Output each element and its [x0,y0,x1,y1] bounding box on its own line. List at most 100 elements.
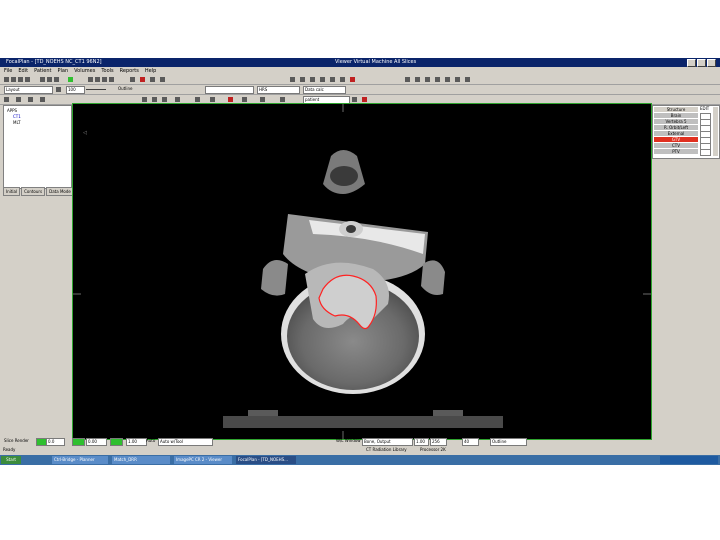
beam-icon[interactable] [352,97,357,102]
polygon-icon[interactable] [175,97,180,102]
view-select-a[interactable] [205,86,254,94]
pan-icon[interactable] [330,77,335,82]
menu-reports[interactable]: Reports [120,67,139,75]
tool-b-icon[interactable] [16,97,21,102]
zoom-field[interactable]: 100 [66,86,85,94]
maximize-button[interactable] [697,59,706,67]
tool-d-icon[interactable] [40,97,45,102]
stop-icon[interactable] [140,77,145,82]
tab-initial[interactable]: Initial [3,187,21,196]
layout4-icon[interactable] [435,77,440,82]
window-field-a[interactable]: 1.00 [414,438,429,446]
zoom-slider[interactable] [86,89,106,90]
brush-icon[interactable] [102,77,107,82]
view-select[interactable]: HRS [257,86,300,94]
margin-icon[interactable] [260,97,265,102]
tool-a-icon[interactable] [4,97,9,102]
nasal-cavity [330,166,358,186]
redo-icon[interactable] [160,77,165,82]
menu-patient[interactable]: Patient [34,67,51,75]
task-match-drr[interactable]: Match_DRR [112,456,170,464]
start-button[interactable]: Start [1,456,21,464]
undo-icon[interactable] [150,77,155,82]
slice-field-2[interactable] [72,438,85,446]
view2-icon[interactable] [300,77,305,82]
structure-row-vertebra[interactable]: Vertebra 5 [654,119,698,124]
dose-icon[interactable] [362,97,367,102]
measure-icon[interactable] [109,77,114,82]
structure-select[interactable]: Layout [4,86,53,94]
zoom-in-icon[interactable] [310,77,315,82]
settings-icon[interactable] [130,77,135,82]
arrow-icon[interactable] [142,97,147,102]
layout6-icon[interactable] [455,77,460,82]
window-field-b[interactable]: 256 [430,438,447,446]
window-field-c[interactable]: 40 [462,438,479,446]
cut-icon[interactable] [40,77,45,82]
slice-value-2[interactable]: 0.00 [86,438,107,446]
menu-tools[interactable]: Tools [101,67,113,75]
window-title: FocalPlan - [TD_NOEHS NC_CT1 96N2] [6,59,102,65]
structure-scrollbar[interactable] [713,107,718,156]
menu-help[interactable]: Help [145,67,156,75]
dose-select[interactable]: Data calc [303,86,346,94]
point-icon[interactable] [152,97,157,102]
tab-data-mode[interactable]: Data Mode [46,187,74,196]
slice-value-3[interactable]: 1.00 [126,438,147,446]
paste-icon[interactable] [54,77,59,82]
task-ctrl-bridge[interactable]: Ctrl-Bridge - Planner [52,456,108,464]
menu-edit[interactable]: Edit [18,67,28,75]
draw-icon[interactable] [88,77,93,82]
structure-row-ptv[interactable]: PTV [654,149,698,154]
menu-file[interactable]: File [4,67,12,75]
reset-icon[interactable] [350,77,355,82]
pen-icon[interactable] [95,77,100,82]
menu-plan[interactable]: Plan [57,67,68,75]
boolean-icon[interactable] [280,97,285,102]
fill-icon[interactable] [210,97,215,102]
copy-icon[interactable] [47,77,52,82]
ct-slice-image[interactable]: ◁ [73,104,651,439]
tool-c-icon[interactable] [28,97,33,102]
structure-row-external[interactable]: External [654,131,698,136]
slice-value-1[interactable]: 0.0 [46,438,65,446]
tab-contours[interactable]: Contours [21,187,46,196]
view-icon[interactable] [290,77,295,82]
new-icon[interactable] [4,77,9,82]
tree-item-apps[interactable]: APPS [7,108,17,113]
copy-contour-icon[interactable] [242,97,247,102]
task-imagepc[interactable]: ImagePC CR 2 - Viewer [174,456,232,464]
menu-volumes[interactable]: Volumes [74,67,95,75]
task-focalplan[interactable]: FocalPlan - [TD_NOEHS... [236,456,296,464]
minimize-button[interactable] [687,59,696,67]
structure-row-brain[interactable]: Brain [654,113,698,118]
layout3-icon[interactable] [425,77,430,82]
erase-icon[interactable] [228,97,233,102]
tree-item-mlt[interactable]: MLT [13,120,21,125]
slice-render-label: Slice Render [4,438,29,443]
open-icon[interactable] [11,77,16,82]
run-icon[interactable] [68,77,73,82]
tree-item-ct1[interactable]: CT1 [13,114,21,119]
line-icon[interactable] [162,97,167,102]
structure-visibility-checkbox[interactable] [700,149,711,156]
layout7-icon[interactable] [465,77,470,82]
close-button[interactable] [707,59,716,67]
print-icon[interactable] [25,77,30,82]
render-mode-select[interactable]: Outline [490,438,527,446]
layout1-icon[interactable] [405,77,410,82]
structure-row-gtv[interactable]: GTV [654,137,698,142]
structure-row-orbit[interactable]: R. Orbit/Left [654,125,698,130]
slice-field-3[interactable] [110,438,123,446]
layout2-icon[interactable] [415,77,420,82]
layout5-icon[interactable] [445,77,450,82]
save-icon[interactable] [18,77,23,82]
window-select[interactable]: Bone, Output [362,438,413,446]
mode-select[interactable]: Auto w/Tool [158,438,213,446]
structure-row-ctv[interactable]: CTV [654,143,698,148]
circle-icon[interactable] [195,97,200,102]
rotate-icon[interactable] [340,77,345,82]
contour-icon[interactable] [56,87,61,92]
image-viewport[interactable]: ◁ [72,103,652,440]
zoom-out-icon[interactable] [320,77,325,82]
